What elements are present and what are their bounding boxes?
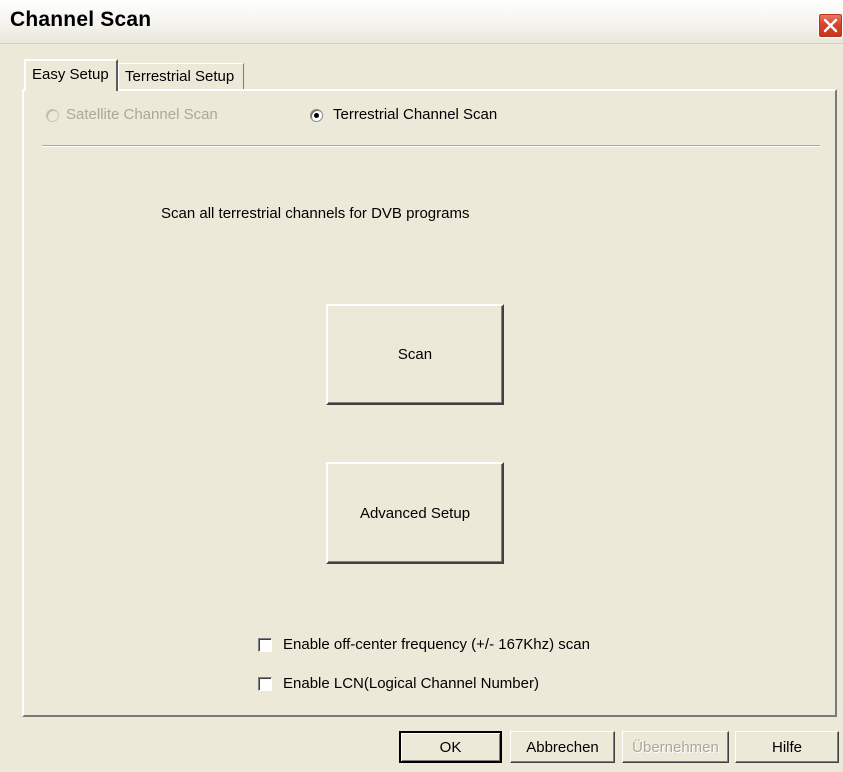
satellite-scan-label: Satellite Channel Scan <box>66 106 218 123</box>
channel-scan-dialog: Channel Scan Easy Setup Terrestrial Setu… <box>0 0 843 772</box>
tab-terrestrial-setup[interactable]: Terrestrial Setup <box>118 63 244 89</box>
terrestrial-scan-label: Terrestrial Channel Scan <box>333 106 498 123</box>
tab-terrestrial-setup-label: Terrestrial Setup <box>125 68 235 85</box>
satellite-scan-radio[interactable] <box>46 109 59 122</box>
close-button[interactable] <box>818 13 843 38</box>
ok-button[interactable]: OK <box>399 731 502 763</box>
terrestrial-scan-radio[interactable] <box>310 109 323 122</box>
tab-easy-setup-label: Easy Setup <box>32 66 109 83</box>
separator <box>42 145 820 147</box>
scan-button[interactable]: Scan <box>326 304 504 405</box>
tab-easy-setup[interactable]: Easy Setup <box>24 59 118 91</box>
title-bar[interactable]: Channel Scan <box>0 0 843 44</box>
cancel-button[interactable]: Abbrechen <box>510 731 615 763</box>
off-center-frequency-checkbox[interactable] <box>258 638 272 652</box>
apply-button[interactable]: Übernehmen <box>622 731 729 763</box>
advanced-setup-button[interactable]: Advanced Setup <box>326 462 504 564</box>
close-icon <box>823 18 838 33</box>
radio-selected-dot <box>314 113 319 118</box>
help-button[interactable]: Hilfe <box>735 731 839 763</box>
lcn-checkbox[interactable] <box>258 677 272 691</box>
off-center-frequency-label: Enable off-center frequency (+/- 167Khz)… <box>283 636 590 653</box>
lcn-label: Enable LCN(Logical Channel Number) <box>283 675 539 692</box>
window-title: Channel Scan <box>10 8 152 31</box>
scan-description: Scan all terrestrial channels for DVB pr… <box>161 205 470 222</box>
